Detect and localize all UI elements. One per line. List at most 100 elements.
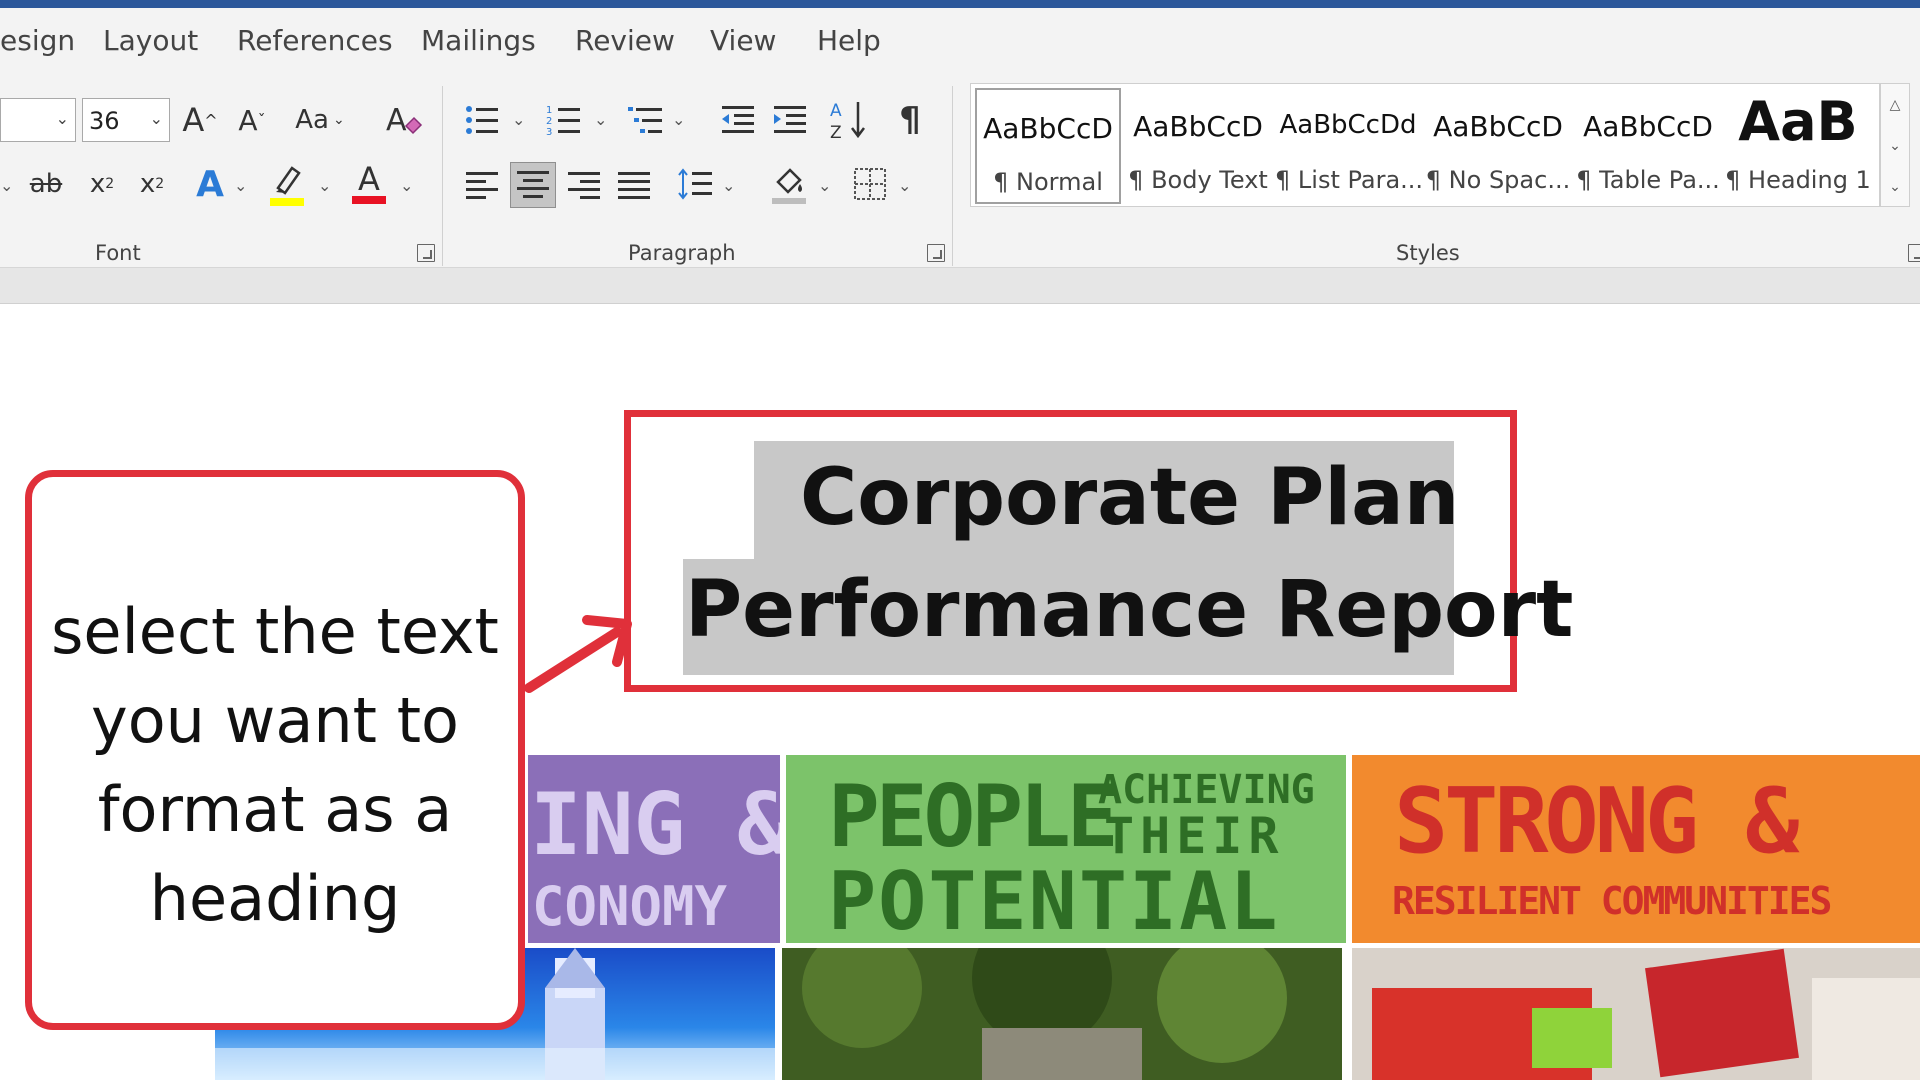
borders-icon[interactable]: [850, 164, 890, 204]
tab-mailings[interactable]: Mailings: [421, 24, 536, 57]
sort-icon[interactable]: AZ: [830, 98, 870, 142]
gifts-illustration: [1352, 948, 1920, 1080]
style-sample: AaB: [1738, 90, 1858, 153]
increase-indent-icon[interactable]: [770, 100, 810, 140]
style-list-paragraph[interactable]: AaBbCcDd ¶ List Para...: [1275, 88, 1424, 204]
callout-line: format as a: [97, 773, 453, 846]
tab-references[interactable]: References: [237, 24, 393, 57]
chevron-down-icon[interactable]: ⌄: [318, 176, 331, 195]
styles-gallery: AaBbCcD ¶ Normal AaBbCcD ¶ Body Text AaB…: [970, 83, 1880, 207]
multilevel-list-icon[interactable]: [626, 100, 666, 140]
font-color-icon[interactable]: A: [350, 158, 390, 208]
font-size-value: 36: [89, 107, 120, 135]
style-normal[interactable]: AaBbCcD ¶ Normal: [975, 88, 1121, 204]
text-effects-icon[interactable]: A: [190, 162, 230, 206]
style-sample: AaBbCcD: [983, 112, 1113, 145]
font-name-combo[interactable]: ⌄: [0, 98, 76, 142]
grow-font-icon[interactable]: A ^: [180, 100, 220, 140]
styles-gallery-scroll: △ ⌄ ⌄: [1880, 83, 1910, 207]
chevron-down-icon[interactable]: ⌄: [234, 176, 247, 195]
tab-help[interactable]: Help: [817, 24, 881, 57]
paragraph-dialog-launcher[interactable]: [927, 244, 945, 262]
tab-design[interactable]: esign: [0, 24, 75, 57]
style-table-paragraph[interactable]: AaBbCcD ¶ Table Pa...: [1575, 88, 1721, 204]
align-right-icon[interactable]: [568, 172, 600, 200]
callout-line: heading: [149, 862, 401, 935]
font-dialog-launcher[interactable]: [417, 244, 435, 262]
chevron-down-icon[interactable]: ⌄: [672, 110, 685, 129]
banner-subtitle: RESILIENT COMMUNITIES: [1392, 879, 1832, 923]
strikethrough-icon[interactable]: ab: [26, 164, 66, 204]
ribbon-tabs: esign Layout References Mailings Review …: [0, 8, 1920, 78]
tab-layout[interactable]: Layout: [103, 24, 198, 57]
photo-christmas-gifts: [1352, 948, 1920, 1080]
highlight-color-icon[interactable]: [268, 162, 308, 208]
styles-dialog-launcher[interactable]: [1908, 244, 1920, 262]
style-name: ¶ List Para...: [1275, 166, 1424, 194]
svg-text:1: 1: [546, 105, 552, 116]
document-title-line-1[interactable]: Corporate Plan: [754, 441, 1459, 559]
banner-subtitle: POTENTIAL: [828, 855, 1280, 943]
callout-line: you want to: [91, 684, 459, 757]
font-size-combo[interactable]: 36 ⌄: [82, 98, 170, 142]
style-no-spacing[interactable]: AaBbCcD ¶ No Spac...: [1425, 88, 1571, 204]
instruction-callout: select the text you want to format as a …: [25, 470, 525, 1030]
banner-strong-communities: STRONG & RESILIENT COMMUNITIES: [1352, 755, 1920, 943]
bullets-icon[interactable]: [462, 100, 502, 140]
svg-text:2: 2: [546, 116, 552, 127]
banner-thriving-economy: ING & CONOMY: [528, 755, 780, 943]
tab-view[interactable]: View: [710, 24, 776, 57]
chevron-down-icon[interactable]: ⌄: [400, 176, 413, 195]
style-heading-1[interactable]: AaB ¶ Heading 1: [1725, 88, 1871, 204]
style-sample: AaBbCcDd: [1279, 110, 1417, 140]
banner-people-potential: PEOPLE ACHIEVING THEIR POTENTIAL: [786, 755, 1346, 943]
trees-illustration: [782, 948, 1342, 1080]
change-case-icon[interactable]: Aa ⌄: [290, 100, 350, 140]
callout-arrow-icon: [525, 615, 632, 693]
chevron-down-icon: ⌄: [55, 111, 69, 128]
chevron-down-icon[interactable]: ⌄: [898, 176, 911, 195]
styles-group-label: Styles: [1396, 241, 1460, 265]
style-name: ¶ No Spac...: [1425, 166, 1571, 194]
font-group-label: Font: [95, 241, 141, 265]
show-formatting-marks-icon[interactable]: ¶: [892, 98, 928, 142]
group-divider: [442, 86, 443, 266]
banner-subtitle: CONOMY: [532, 875, 728, 938]
chevron-down-icon[interactable]: ⌄: [594, 110, 607, 129]
chevron-down-icon: ⌄: [149, 111, 163, 128]
scroll-up-icon[interactable]: △: [1881, 84, 1909, 124]
line-spacing-icon[interactable]: [676, 164, 716, 204]
shrink-font-icon[interactable]: Aˇ: [232, 100, 272, 140]
style-name: ¶ Normal: [993, 168, 1103, 196]
font-color-swatch: [352, 196, 386, 204]
align-left-icon[interactable]: [466, 172, 498, 200]
style-name: ¶ Body Text: [1128, 166, 1268, 194]
chevron-down-icon[interactable]: ⌄: [0, 176, 13, 195]
clear-formatting-icon[interactable]: A: [382, 98, 426, 142]
shading-icon[interactable]: [770, 162, 810, 206]
chevron-down-icon[interactable]: ⌄: [512, 110, 525, 129]
gallery-more-icon[interactable]: ⌄: [1881, 166, 1909, 206]
document-title-line-2[interactable]: Performance Report: [683, 559, 1573, 675]
banner-title: ING &: [530, 775, 780, 875]
callout-line: select the text: [51, 595, 499, 668]
style-sample: AaBbCcD: [1433, 110, 1563, 143]
numbering-icon[interactable]: 123: [544, 100, 584, 140]
scroll-down-icon[interactable]: ⌄: [1881, 125, 1909, 165]
tab-review[interactable]: Review: [575, 24, 675, 57]
chevron-down-icon[interactable]: ⌄: [818, 176, 831, 195]
banner-title: STRONG &: [1394, 769, 1799, 874]
style-name: ¶ Heading 1: [1725, 166, 1871, 194]
svg-text:A: A: [830, 101, 842, 121]
font-color-letter: A: [358, 160, 380, 198]
style-body-text[interactable]: AaBbCcD ¶ Body Text: [1125, 88, 1271, 204]
decrease-indent-icon[interactable]: [718, 100, 758, 140]
svg-text:Z: Z: [830, 123, 842, 142]
align-center-button[interactable]: [510, 162, 556, 208]
chevron-down-icon[interactable]: ⌄: [722, 176, 735, 195]
superscript-icon[interactable]: x2: [134, 164, 170, 204]
style-sample: AaBbCcD: [1583, 110, 1713, 143]
justify-icon[interactable]: [618, 172, 650, 200]
title-highlight-box: Corporate Plan Performance Report: [624, 410, 1573, 692]
subscript-icon[interactable]: x2: [84, 164, 120, 204]
